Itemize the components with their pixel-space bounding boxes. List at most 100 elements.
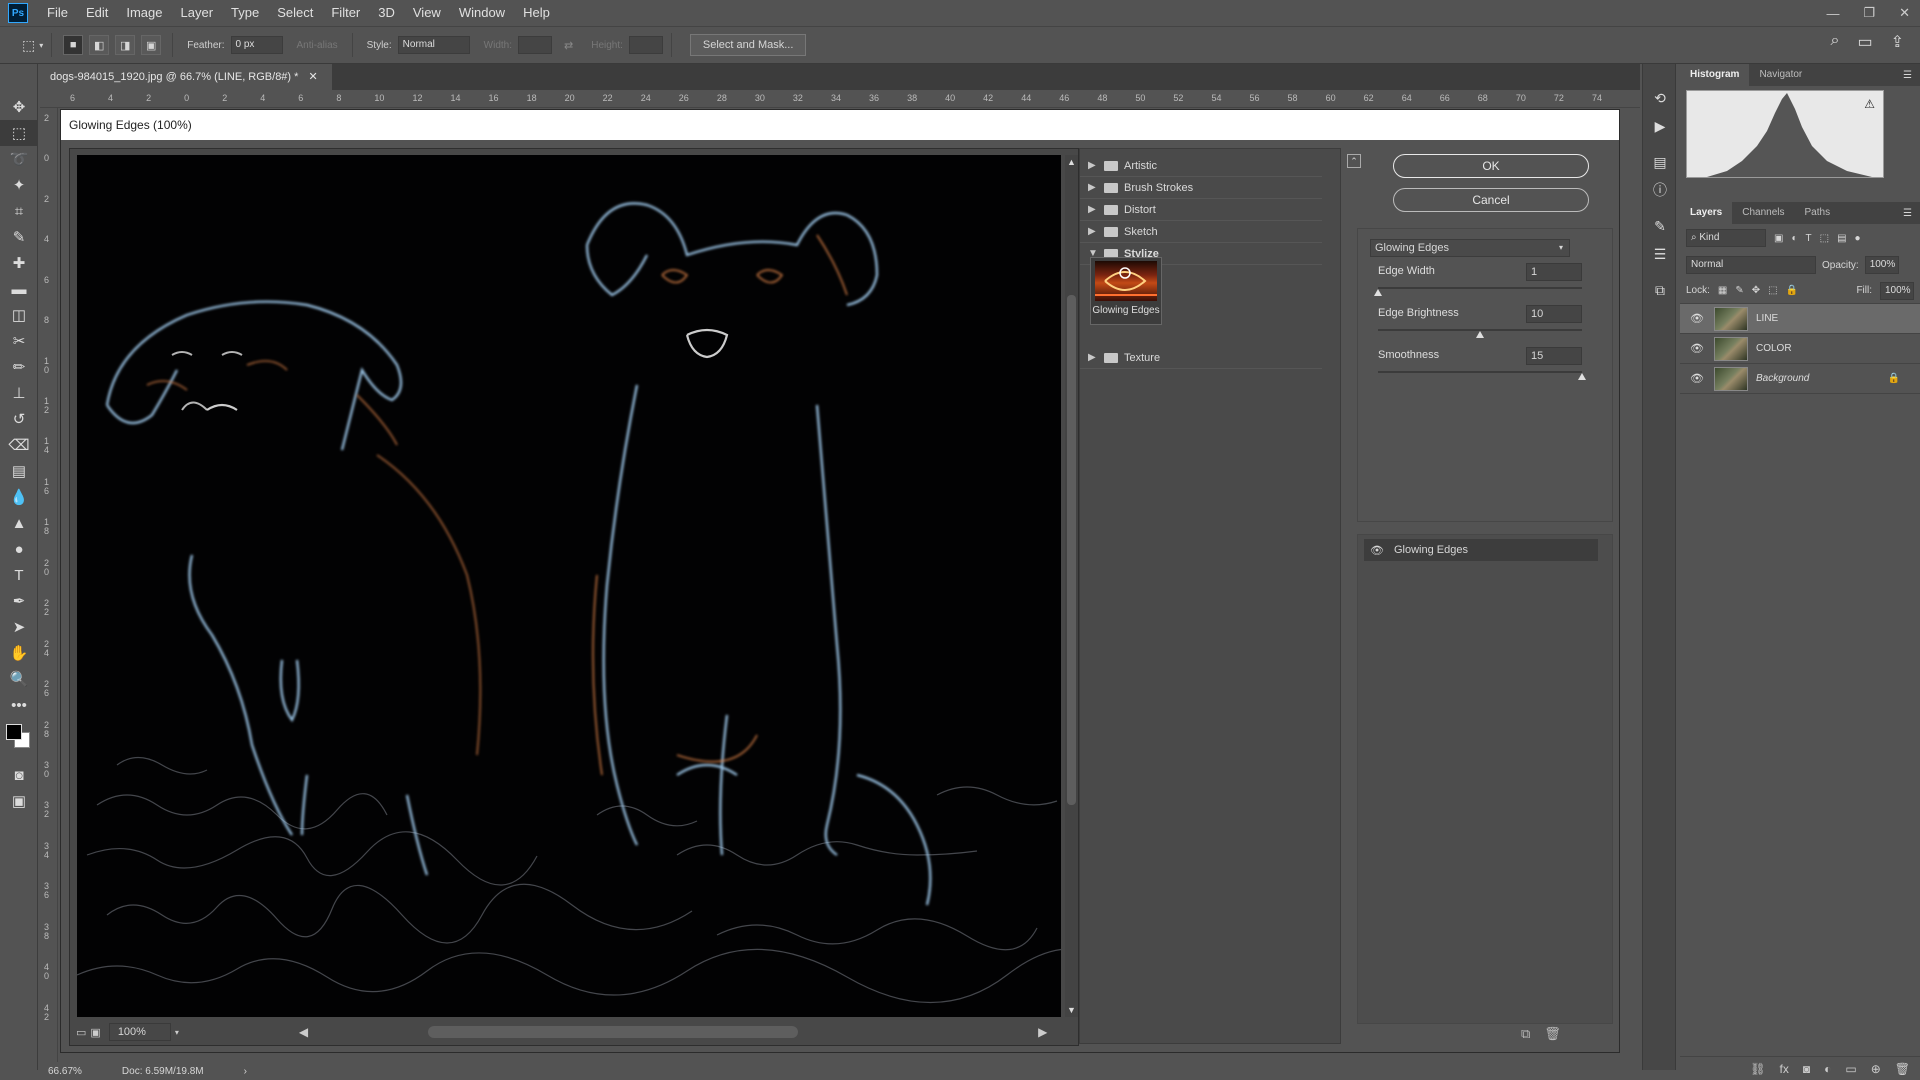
- brush-tool-icon[interactable]: ✏: [0, 354, 38, 380]
- warning-icon[interactable]: ⚠: [1864, 97, 1875, 111]
- brushes-icon[interactable]: ✎: [1643, 212, 1677, 240]
- scroll-right-icon[interactable]: ▶: [1038, 1025, 1047, 1039]
- eye-icon[interactable]: 👁: [1690, 312, 1706, 325]
- marquee-tool-icon[interactable]: ⬚: [0, 120, 38, 146]
- menu-file[interactable]: File: [38, 0, 77, 26]
- layer-row-color[interactable]: 👁 COLOR: [1680, 334, 1920, 364]
- layer-row-line[interactable]: 👁 LINE: [1680, 304, 1920, 334]
- marquee-preset-icon[interactable]: ⬚: [22, 37, 35, 54]
- link-layers-icon[interactable]: ⛓: [1750, 1062, 1765, 1076]
- panel-menu-icon[interactable]: ☰: [1903, 208, 1912, 219]
- swap-icon[interactable]: ⇄: [564, 39, 573, 52]
- chevron-down-icon[interactable]: ▾: [39, 41, 43, 50]
- width-input[interactable]: [518, 36, 552, 54]
- eye-icon[interactable]: 👁: [1690, 372, 1706, 385]
- menu-select[interactable]: Select: [268, 0, 322, 26]
- menu-view[interactable]: View: [404, 0, 450, 26]
- add-mask-icon[interactable]: ◙: [1803, 1062, 1810, 1076]
- menu-edit[interactable]: Edit: [77, 0, 117, 26]
- slider-track[interactable]: [1378, 287, 1582, 289]
- ruler-tool-icon[interactable]: ▬: [0, 276, 38, 302]
- screen-mode-icon[interactable]: ▣: [0, 788, 38, 814]
- layer-row-background[interactable]: 👁 Background 🔒: [1680, 364, 1920, 394]
- delete-layer-icon[interactable]: 🗑: [1895, 1062, 1910, 1076]
- type-tool-icon[interactable]: T: [0, 562, 38, 588]
- style-select[interactable]: Normal: [397, 36, 470, 54]
- scroll-thumb[interactable]: [1067, 295, 1076, 805]
- menu-type[interactable]: Type: [222, 0, 268, 26]
- zoom-select[interactable]: 100%: [108, 1023, 171, 1041]
- category-brush-strokes[interactable]: ▶ Brush Strokes: [1080, 177, 1322, 199]
- slider-knob[interactable]: [1578, 373, 1586, 380]
- filter-select[interactable]: Glowing Edges ▾: [1370, 239, 1570, 257]
- magic-wand-tool-icon[interactable]: ✦: [0, 172, 38, 198]
- history-brush-tool-icon[interactable]: ↺: [0, 406, 38, 432]
- menu-window[interactable]: Window: [450, 0, 514, 26]
- adjustments-icon[interactable]: ☰: [1643, 240, 1677, 268]
- slider-track[interactable]: [1378, 371, 1582, 373]
- lock-all-icon[interactable]: 🔒: [1786, 285, 1798, 296]
- scroll-up-icon[interactable]: ▲: [1065, 157, 1078, 167]
- slider-knob[interactable]: [1374, 289, 1382, 296]
- preview-canvas[interactable]: [77, 155, 1061, 1017]
- select-and-mask-button[interactable]: Select and Mask...: [689, 34, 807, 56]
- tab-histogram[interactable]: Histogram: [1680, 64, 1750, 86]
- blur-tool-icon[interactable]: 💧: [0, 484, 38, 510]
- new-selection-button[interactable]: ■: [63, 35, 84, 55]
- feather-input[interactable]: 0 px: [230, 36, 283, 54]
- eyedropper-tool-icon[interactable]: ✎: [0, 224, 38, 250]
- eye-icon[interactable]: 👁: [1370, 544, 1384, 557]
- category-distort[interactable]: ▶ Distort: [1080, 199, 1322, 221]
- zoom-status[interactable]: 66.67%: [48, 1066, 82, 1077]
- smoothness-input[interactable]: 15: [1526, 347, 1582, 365]
- edge-width-input[interactable]: 1: [1526, 263, 1582, 281]
- zoom-out-icon[interactable]: ▭: [76, 1026, 86, 1039]
- tab-channels[interactable]: Channels: [1732, 202, 1794, 224]
- chevron-right-icon[interactable]: ›: [244, 1066, 247, 1077]
- minimize-icon[interactable]: —: [1826, 6, 1839, 21]
- fx-icon[interactable]: fx: [1780, 1062, 1789, 1076]
- category-artistic[interactable]: ▶ Artistic: [1080, 155, 1322, 177]
- height-input[interactable]: [628, 36, 663, 54]
- blend-mode-select[interactable]: Normal: [1686, 256, 1816, 274]
- close-icon[interactable]: ✕: [1899, 5, 1910, 21]
- search-icon[interactable]: ⌕: [1831, 32, 1840, 52]
- adjustment-layer-icon[interactable]: ◐: [1824, 1062, 1831, 1076]
- smart-filter-icon[interactable]: ▤: [1837, 233, 1846, 244]
- zoom-in-icon[interactable]: ▣: [90, 1026, 100, 1039]
- subtract-selection-button[interactable]: ◨: [115, 35, 136, 55]
- filter-thumbnail-glowing-edges[interactable]: Glowing Edges: [1090, 257, 1162, 325]
- lock-pixels-icon[interactable]: ✎: [1735, 285, 1743, 296]
- more-tools-icon[interactable]: •••: [0, 692, 38, 718]
- workspace-icon[interactable]: ▭: [1857, 32, 1872, 52]
- effect-layer-row[interactable]: 👁 Glowing Edges: [1364, 539, 1598, 561]
- eye-icon[interactable]: 👁: [1690, 342, 1706, 355]
- cancel-button[interactable]: Cancel: [1393, 188, 1589, 212]
- frame-tool-icon[interactable]: ◫: [0, 302, 38, 328]
- type-filter-icon[interactable]: T: [1806, 233, 1812, 244]
- antialias-checkbox[interactable]: Anti-alias: [297, 40, 338, 51]
- gradient-tool-icon[interactable]: ▤: [0, 458, 38, 484]
- libraries-icon[interactable]: ⧉: [1643, 276, 1677, 304]
- healing-brush-tool-icon[interactable]: ✚: [0, 250, 38, 276]
- panel-menu-icon[interactable]: ☰: [1903, 70, 1912, 81]
- horizontal-scroll-thumb[interactable]: [428, 1026, 799, 1038]
- intersect-selection-button[interactable]: ▣: [141, 35, 162, 55]
- cut-tool-icon[interactable]: ✂: [0, 328, 38, 354]
- ok-button[interactable]: OK: [1393, 154, 1589, 178]
- lock-transparency-icon[interactable]: ▦: [1718, 285, 1727, 296]
- document-tab[interactable]: dogs-984015_1920.jpg @ 66.7% (LINE, RGB/…: [40, 64, 332, 90]
- category-texture[interactable]: ▶ Texture: [1080, 347, 1322, 369]
- lock-position-icon[interactable]: ✥: [1752, 285, 1760, 296]
- category-sketch[interactable]: ▶ Sketch: [1080, 221, 1322, 243]
- scroll-down-icon[interactable]: ▼: [1065, 1005, 1078, 1015]
- delete-effect-layer-icon[interactable]: 🗑: [1544, 1026, 1561, 1042]
- pen-tool-icon[interactable]: ✒: [0, 588, 38, 614]
- tab-navigator[interactable]: Navigator: [1749, 64, 1812, 86]
- new-layer-icon[interactable]: ⊕: [1871, 1062, 1881, 1076]
- new-effect-layer-icon[interactable]: ⧉: [1521, 1026, 1530, 1042]
- new-group-icon[interactable]: ▭: [1845, 1062, 1856, 1076]
- opacity-input[interactable]: 100%: [1864, 256, 1899, 274]
- tab-paths[interactable]: Paths: [1795, 202, 1841, 224]
- adjustment-filter-icon[interactable]: ◐: [1791, 233, 1797, 244]
